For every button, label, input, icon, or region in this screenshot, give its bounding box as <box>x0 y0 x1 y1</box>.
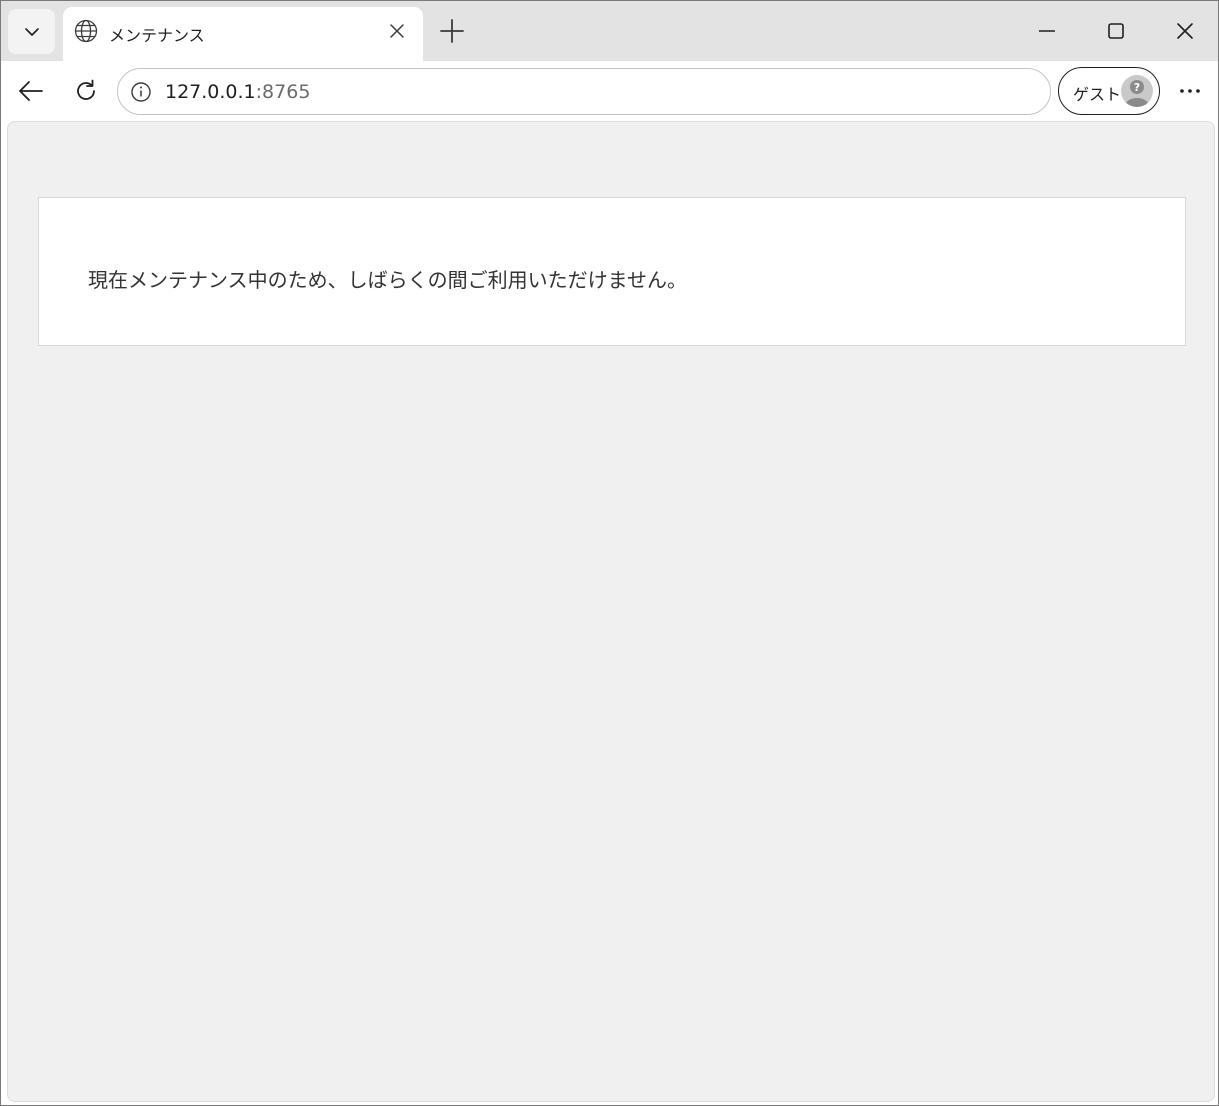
tab-strip: メンテナンス <box>1 1 1218 61</box>
reload-button[interactable] <box>71 76 101 106</box>
plus-icon[interactable] <box>438 17 466 45</box>
page-content: 現在メンテナンス中のため、しばらくの間ご利用いただけません。 <box>7 121 1215 1102</box>
minimize-icon <box>1039 30 1055 32</box>
svg-text:?: ? <box>1134 81 1140 94</box>
maintenance-notice: 現在メンテナンス中のため、しばらくの間ご利用いただけません。 <box>38 197 1186 346</box>
profile-label: ゲスト <box>1073 85 1122 104</box>
tab-search-button[interactable] <box>8 9 55 54</box>
browser-window: メンテナンス 127.0.0.1:8765 ゲスト ? 現在メンテナンス中のため… <box>0 0 1219 1106</box>
minimize-button[interactable] <box>1032 16 1062 46</box>
reload-icon <box>77 79 95 100</box>
url-text: 127.0.0.1:8765 <box>165 81 310 103</box>
close-icon[interactable] <box>387 21 407 41</box>
arrow-left-icon <box>19 81 43 101</box>
tab-active[interactable]: メンテナンス <box>63 7 423 61</box>
address-bar[interactable]: 127.0.0.1:8765 <box>117 68 1051 115</box>
guest-avatar-icon: ? <box>1121 75 1153 107</box>
url-port: :8765 <box>255 81 311 103</box>
maintenance-message: 現在メンテナンス中のため、しばらくの間ご利用いただけません。 <box>88 268 687 292</box>
more-button[interactable] <box>1175 76 1205 106</box>
maximize-button[interactable] <box>1101 16 1131 46</box>
toolbar: 127.0.0.1:8765 ゲスト ? <box>1 61 1218 121</box>
globe-icon <box>74 19 98 43</box>
info-icon[interactable] <box>130 81 152 103</box>
chevron-down-icon <box>24 27 39 36</box>
back-button[interactable] <box>16 76 46 106</box>
tab-title: メンテナンス <box>109 26 205 45</box>
window-close-button[interactable] <box>1170 16 1200 46</box>
profile-button[interactable]: ゲスト ? <box>1058 67 1160 115</box>
maximize-icon <box>1108 23 1124 39</box>
close-icon <box>1177 23 1193 39</box>
more-horizontal-icon <box>1180 89 1200 93</box>
url-host: 127.0.0.1 <box>165 81 256 103</box>
